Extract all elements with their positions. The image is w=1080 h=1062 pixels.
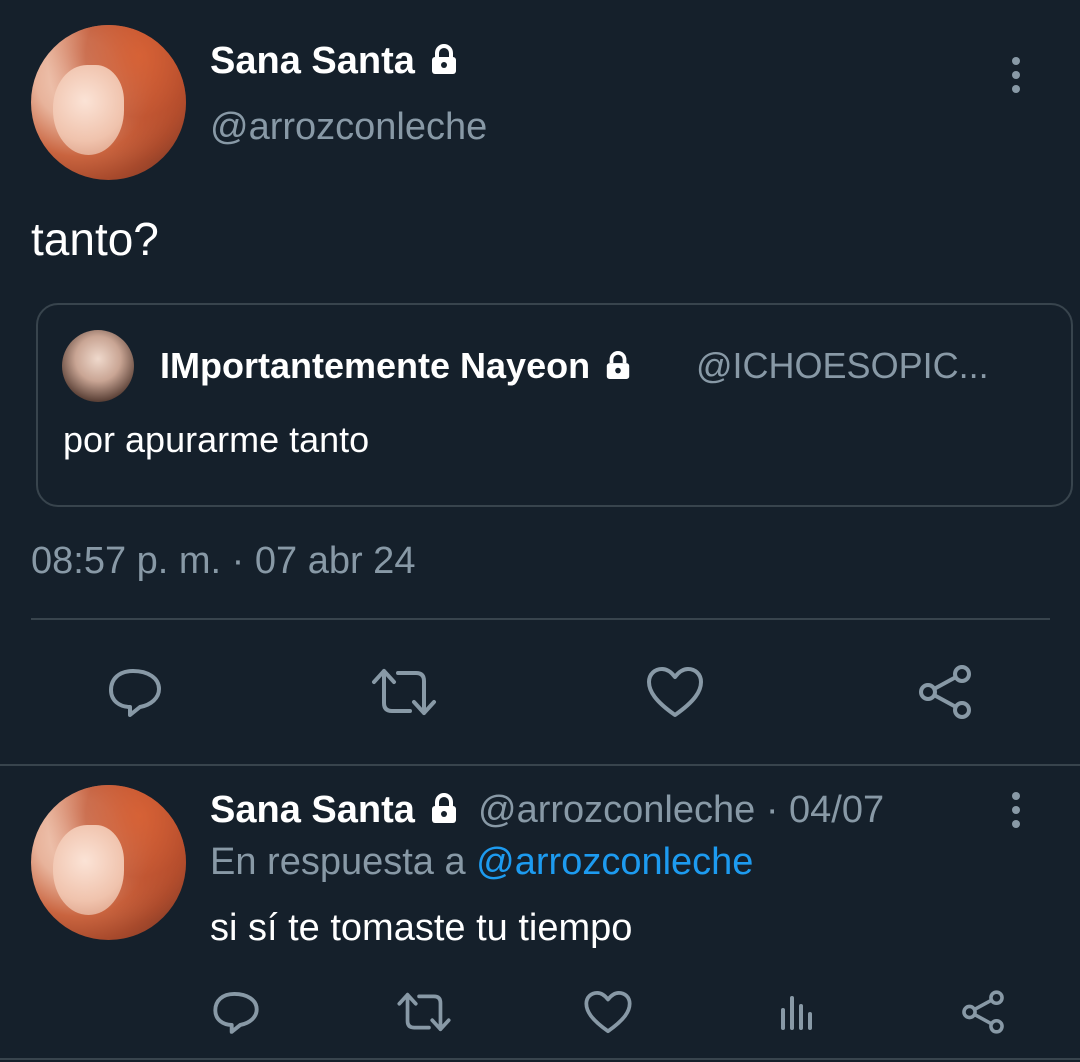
more-options-icon[interactable] — [1003, 792, 1029, 832]
retweet-icon[interactable] — [393, 984, 455, 1040]
heart-icon[interactable] — [577, 984, 639, 1040]
author-handle[interactable]: @arrozconleche — [210, 104, 487, 150]
heart-icon[interactable] — [640, 660, 710, 724]
divider — [0, 1058, 1080, 1060]
divider — [0, 764, 1080, 766]
lock-icon — [432, 43, 457, 74]
author-display-name[interactable]: Sana Santa — [210, 38, 459, 84]
reply-context: En respuesta a @arrozconleche — [210, 841, 754, 883]
share-icon[interactable] — [952, 984, 1014, 1040]
divider — [31, 618, 1050, 620]
quoted-author-display-name: IMportantemente Nayeon — [160, 344, 632, 388]
reply-icon[interactable] — [100, 660, 170, 724]
views-icon[interactable] — [766, 984, 828, 1040]
quoted-author-handle: @ICHOESOPIC... — [696, 345, 989, 386]
quoted-tweet-text: por apurarme tanto — [63, 419, 370, 460]
lock-icon — [606, 351, 630, 380]
tweet-timestamp[interactable]: 08:57 p. m. · 07 abr 24 — [31, 538, 415, 584]
reply-icon[interactable] — [205, 984, 267, 1040]
lock-icon — [432, 792, 457, 823]
more-options-icon[interactable] — [1003, 57, 1029, 97]
reply-to-link[interactable]: @arrozconleche — [476, 841, 753, 883]
reply-author-handle-date[interactable]: @arrozconleche · 04/07 — [478, 787, 884, 833]
reply-tweet-text: si sí te tomaste tu tiempo — [210, 907, 633, 949]
retweet-icon[interactable] — [368, 660, 440, 724]
reply-author-display-name[interactable]: Sana Santa — [210, 787, 459, 833]
author-avatar[interactable] — [31, 25, 186, 180]
reply-author-avatar[interactable] — [31, 785, 186, 940]
share-icon[interactable] — [910, 660, 980, 724]
tweet-text: tanto? — [31, 213, 159, 265]
quoted-author-avatar — [62, 330, 134, 402]
quoted-tweet[interactable] — [36, 303, 1073, 507]
